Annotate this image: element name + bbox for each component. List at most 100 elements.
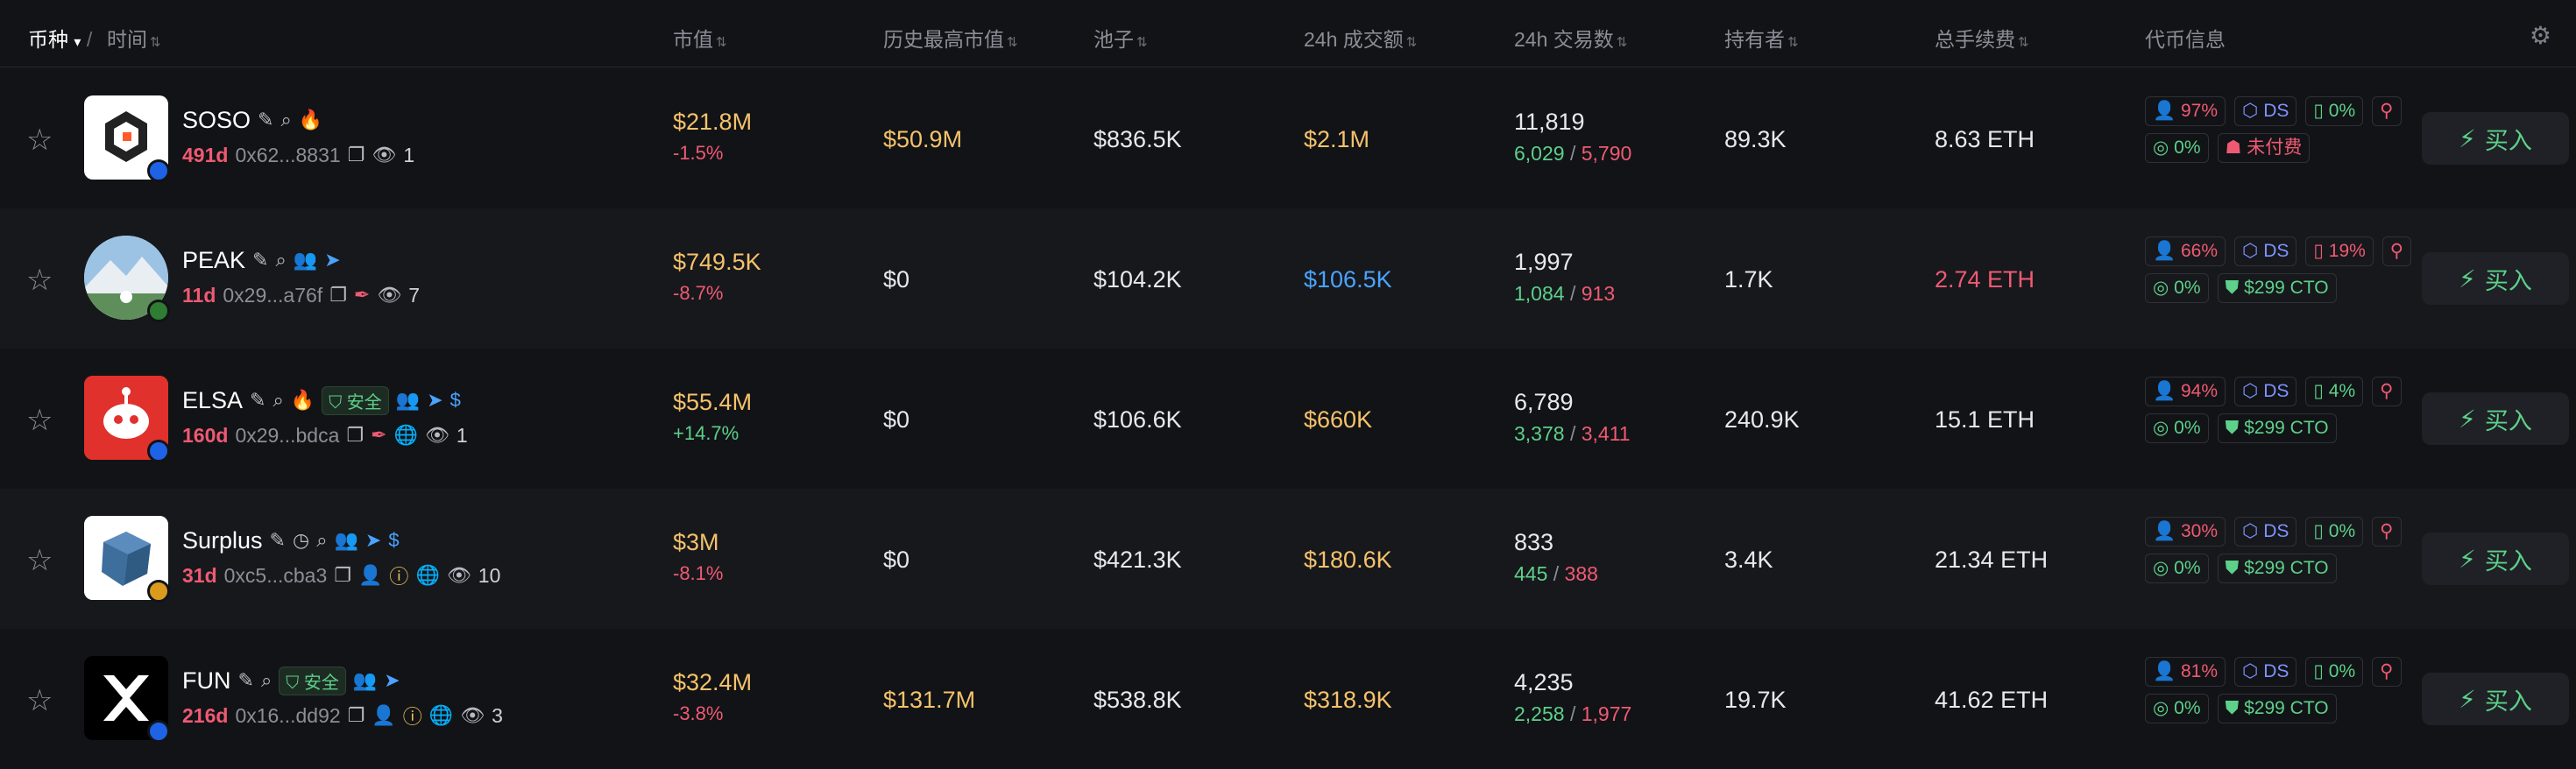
link-chip[interactable]: ⚲ — [2372, 517, 2402, 547]
sort-coin[interactable]: 币种 ▾ / — [28, 23, 92, 53]
token-name[interactable]: FUN — [182, 667, 231, 695]
dev-chip[interactable]: ▯ 19% — [2305, 236, 2374, 266]
sniper-chip[interactable]: ◎ 0% — [2145, 694, 2209, 723]
dev-chip[interactable]: ▯ 0% — [2305, 517, 2364, 547]
edit-icon[interactable]: ✎ — [250, 389, 265, 412]
search-icon[interactable]: ⌕ — [280, 109, 291, 131]
telegram-icon[interactable]: ➤ — [365, 529, 381, 552]
table-row[interactable]: ☆ FUN ✎ ⌕ ⛉ 安全 👥 ➤ 216d 0x16...dd92 ❐ 👤 … — [0, 629, 2576, 769]
table-row[interactable]: ☆ ELSA ✎ ⌕ 🔥 ⛉ 安全 👥 ➤ $ 160d 0x29...bdca — [0, 349, 2576, 489]
token-name[interactable]: ELSA — [182, 387, 243, 414]
star-icon[interactable]: ☆ — [26, 543, 53, 578]
globe-icon[interactable]: 🌐 — [415, 564, 439, 587]
table-row[interactable]: ☆ PEAK ✎ ⌕ 👥 ➤ 11d 0x29...a76f ❐ ✒ 👁 7 $… — [0, 208, 2576, 349]
buy-button[interactable]: ⚡ 买入 — [2422, 392, 2569, 445]
buy-button[interactable]: ⚡ 买入 — [2422, 252, 2569, 305]
sort-pool[interactable]: 池子 ⇅ — [1093, 23, 1148, 53]
ds-chip[interactable]: ⬡ DS — [2234, 236, 2297, 266]
unpaid-chip[interactable]: ☗ 未付费 — [2217, 133, 2311, 163]
token-name[interactable]: SOSO — [182, 107, 251, 134]
ds-chip[interactable]: ⬡ DS — [2234, 517, 2297, 547]
top-holders-chip[interactable]: 👤 94% — [2145, 377, 2226, 406]
buy-button[interactable]: ⚡ 买入 — [2422, 533, 2569, 585]
dev-chip[interactable]: ▯ 0% — [2305, 657, 2364, 687]
sort-tx[interactable]: 24h 交易数 ⇅ — [1514, 23, 1627, 53]
dev-chip[interactable]: ▯ 0% — [2305, 96, 2364, 126]
chip-text: 66% — [2180, 241, 2219, 261]
table-row[interactable]: ☆ SOSO ✎ ⌕ 🔥 491d 0x62...8831 ❐ 👁 1 $21.… — [0, 68, 2576, 208]
sniper-chip[interactable]: ◎ 0% — [2145, 554, 2209, 583]
coin-header-label: 币种 — [28, 28, 68, 51]
star-icon[interactable]: ☆ — [26, 403, 53, 438]
edit-icon[interactable]: ✎ — [270, 529, 286, 552]
header-separator: / — [86, 28, 93, 51]
price-change: +14.7% — [673, 422, 740, 444]
link-chip[interactable]: ⚲ — [2372, 657, 2402, 687]
telegram-icon[interactable]: ➤ — [427, 389, 442, 412]
top-holders-chip[interactable]: 👤 66% — [2145, 236, 2226, 266]
link-chip[interactable]: ⚲ — [2372, 96, 2402, 126]
search-icon[interactable]: ⌕ — [261, 669, 272, 692]
cto-chip[interactable]: ⛊ $299 CTO — [2217, 694, 2337, 723]
sort-time[interactable]: 时间 ⇅ — [107, 23, 161, 53]
sort-market-cap[interactable]: 市值 ⇅ — [673, 23, 727, 53]
search-icon[interactable]: ⌕ — [272, 389, 283, 412]
telegram-icon[interactable]: ➤ — [324, 249, 340, 272]
edit-icon[interactable]: ✎ — [258, 109, 273, 131]
chip-text: 0% — [2174, 558, 2201, 578]
link-chip[interactable]: ⚲ — [2381, 236, 2412, 266]
copy-icon[interactable]: ❐ — [348, 144, 365, 166]
copy-icon[interactable]: ❐ — [346, 424, 364, 447]
users-icon: 👥 — [352, 669, 378, 691]
buy-button[interactable]: ⚡ 买入 — [2422, 112, 2569, 165]
cto-chip[interactable]: ⛊ $299 CTO — [2217, 273, 2337, 303]
edit-icon[interactable]: ✎ — [252, 249, 268, 272]
copy-icon[interactable]: ❐ — [334, 564, 351, 587]
price-change: -8.7% — [673, 282, 724, 304]
link-chip[interactable]: ⚲ — [2372, 377, 2402, 406]
globe-icon[interactable]: 🌐 — [429, 704, 453, 727]
search-icon[interactable]: ⌕ — [275, 249, 286, 272]
globe-icon[interactable]: 🌐 — [394, 424, 418, 447]
edit-icon[interactable]: ✎ — [238, 669, 254, 692]
sort-ath[interactable]: 历史最高市值 ⇅ — [883, 23, 1018, 53]
top-holders-chip[interactable]: 👤 81% — [2145, 657, 2226, 687]
star-icon[interactable]: ☆ — [26, 683, 53, 718]
chip-text: 81% — [2180, 661, 2219, 681]
dev-chip[interactable]: ▯ 4% — [2305, 377, 2364, 406]
sniper-chip[interactable]: ◎ 0% — [2145, 133, 2209, 163]
ds-chip[interactable]: ⬡ DS — [2234, 657, 2297, 687]
star-icon[interactable]: ☆ — [26, 123, 53, 158]
token-name[interactable]: PEAK — [182, 247, 245, 274]
gear-icon[interactable]: ⚙ — [2530, 21, 2551, 50]
ds-chip[interactable]: ⬡ DS — [2234, 96, 2297, 126]
sniper-chip[interactable]: ◎ 0% — [2145, 413, 2209, 443]
search-icon[interactable]: ⌕ — [316, 529, 327, 552]
sort-holders[interactable]: 持有者 ⇅ — [1724, 23, 1799, 53]
table-row[interactable]: ☆ Surplus ✎ ◷ ⌕ 👥 ➤ $ 31d 0xc5...cba3 ❐ … — [0, 489, 2576, 629]
buy-label: 买入 — [2484, 547, 2532, 575]
top-holders-chip[interactable]: 👤 30% — [2145, 517, 2226, 547]
ds-chip[interactable]: ⬡ DS — [2234, 377, 2297, 406]
sniper-chip[interactable]: ◎ 0% — [2145, 273, 2209, 303]
user-icon[interactable]: 👤 — [358, 564, 382, 587]
cto-chip[interactable]: ⛊ $299 CTO — [2217, 554, 2337, 583]
copy-icon[interactable]: ❐ — [348, 704, 365, 727]
top-holders-chip[interactable]: 👤 97% — [2145, 96, 2226, 126]
star-icon[interactable]: ☆ — [26, 263, 53, 298]
token-info: 👤 94% ⬡ DS ▯ 4% ⚲ ◎ 0% ⛊ $299 CTO — [2145, 377, 2418, 461]
telegram-icon[interactable]: ➤ — [384, 669, 400, 692]
tx-sell: 388 — [1564, 562, 1598, 585]
tx-total: 833 — [1514, 529, 1554, 555]
copy-icon[interactable]: ❐ — [329, 284, 347, 307]
buy-button[interactable]: ⚡ 买入 — [2422, 673, 2569, 725]
cto-chip[interactable]: ⛊ $299 CTO — [2217, 413, 2337, 443]
tx-split: 3,378 / 3,411 — [1514, 422, 1631, 446]
tx-buy: 445 — [1514, 562, 1548, 585]
user-icon[interactable]: 👤 — [372, 704, 395, 727]
token-name[interactable]: Surplus — [182, 527, 263, 554]
sort-volume[interactable]: 24h 成交额 ⇅ — [1304, 23, 1417, 53]
view-count: 1 — [403, 143, 415, 166]
token-info: 👤 81% ⬡ DS ▯ 0% ⚲ ◎ 0% ⛊ $299 CTO — [2145, 657, 2418, 741]
sort-fees[interactable]: 总手续费 ⇅ — [1935, 23, 2029, 53]
